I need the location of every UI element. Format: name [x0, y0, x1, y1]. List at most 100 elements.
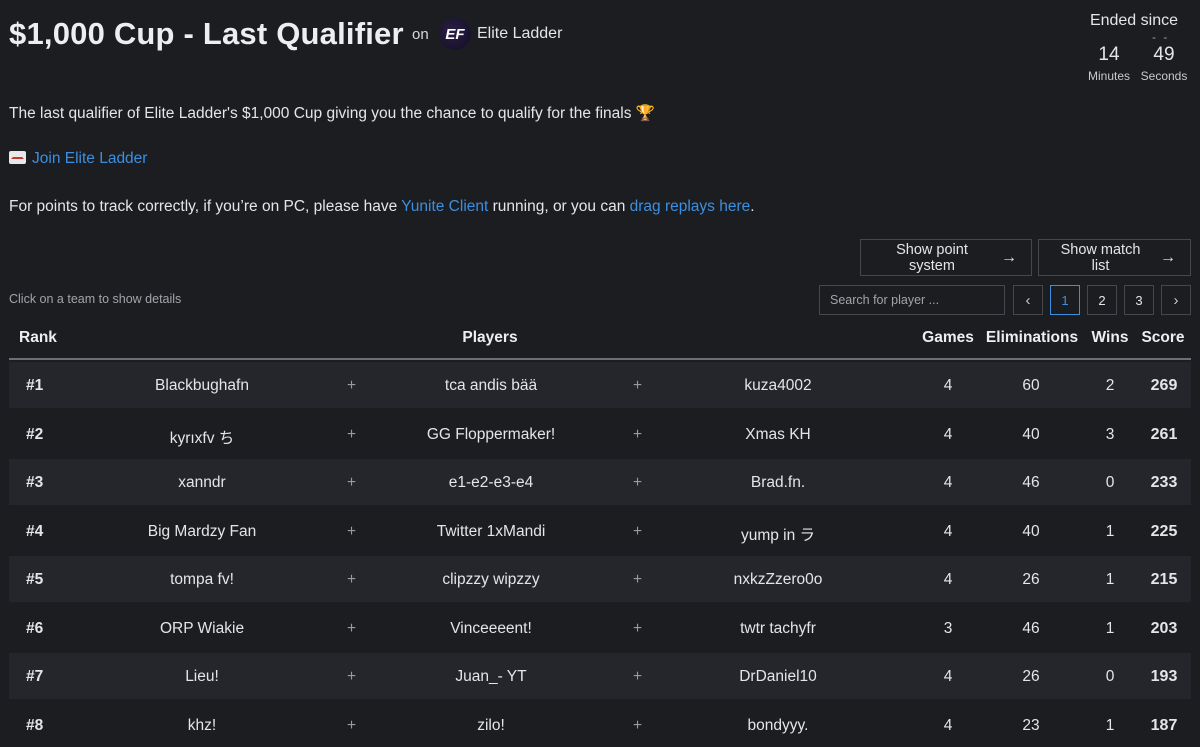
chevron-right-icon[interactable]: ›: [1161, 285, 1191, 315]
ended-since-label: Ended since: [1089, 12, 1178, 29]
wins-count: 1: [1105, 716, 1115, 734]
player-name: twtr tachyfr: [740, 619, 816, 637]
search-input[interactable]: [819, 285, 1005, 315]
points-note-text: For points to track correctly, if you’re…: [9, 198, 402, 215]
org-logo[interactable]: EF: [439, 18, 471, 50]
team-rank: #5: [26, 571, 44, 588]
envelope-icon: [9, 151, 26, 164]
eliminations-count: 23: [1022, 716, 1040, 734]
player-name: nxkzZzero0o: [733, 571, 823, 588]
score-value: 187: [1150, 716, 1178, 734]
team-rank: #7: [26, 668, 44, 685]
table-row[interactable]: #3 xanndr + e1-e2-e3-e4 + Brad.fn. 4 46 0 233: [9, 459, 1191, 505]
wins-count: 1: [1105, 522, 1115, 540]
wins-count: 3: [1105, 425, 1115, 443]
wins-count: 2: [1105, 377, 1115, 394]
page-button-1[interactable]: 1: [1050, 285, 1080, 315]
table-row[interactable]: #4 Big Mardzy Fan + Twitter 1xMandi + yump in…: [9, 508, 1191, 554]
player-name: tca andis bää: [444, 377, 538, 394]
wins-count: 0: [1105, 668, 1115, 685]
plus-icon: +: [347, 474, 357, 491]
player-name: Vinceeeent!: [450, 619, 532, 637]
join-link[interactable]: Join Elite Ladder: [32, 150, 147, 167]
timer-placeholder: - -: [1152, 30, 1170, 44]
page-title: $1,000 Cup - Last Qualifier: [9, 16, 404, 51]
table-row[interactable]: #6 ORP Wiakie + Vinceeeent! + twtr tachyfr 3 46…: [9, 605, 1191, 651]
score-value: 225: [1150, 522, 1178, 540]
eliminations-count: 26: [1022, 668, 1040, 685]
games-count: 4: [943, 522, 953, 540]
player-name: Brad.fn.: [750, 474, 806, 491]
yunite-client-link[interactable]: Yunite Client: [401, 198, 488, 215]
points-note-text: running, or you can: [488, 198, 630, 215]
player-name: e1-e2-e3-e4: [448, 474, 534, 491]
plus-icon: +: [347, 571, 357, 588]
eliminations-count: 40: [1022, 425, 1040, 443]
games-count: 4: [943, 668, 953, 685]
on-label: on: [412, 26, 429, 43]
player-name: ORP Wiakie: [159, 619, 245, 637]
player-name: Xmas KH: [745, 425, 811, 443]
points-note: For points to track correctly, if you’re…: [9, 198, 755, 216]
show-match-list-button[interactable]: Show match list →: [1038, 239, 1191, 276]
games-count: 4: [943, 474, 953, 491]
header-score[interactable]: Score: [1141, 329, 1184, 347]
plus-icon: +: [633, 619, 643, 637]
plus-icon: +: [633, 571, 643, 588]
org-name-link[interactable]: Elite Ladder: [477, 25, 562, 43]
score-value: 261: [1150, 425, 1178, 443]
page-button-2[interactable]: 2: [1087, 285, 1117, 315]
header-players: Players: [462, 329, 518, 346]
drag-replays-link[interactable]: drag replays here: [630, 198, 751, 215]
player-name: clipzzy wipzzy: [442, 571, 540, 588]
header-games[interactable]: Games: [922, 329, 974, 347]
table-row[interactable]: #7 Lieu! + Juan_- YT + DrDaniel10 4 26 0 193: [9, 653, 1191, 699]
eliminations-count: 60: [1022, 377, 1040, 394]
join-row: Join Elite Ladder: [9, 150, 147, 168]
table-row[interactable]: #2 kyrıxfv ち + GG Floppermaker! + Xmas KH 4 40 3…: [9, 411, 1191, 457]
header-rank[interactable]: Rank: [19, 329, 57, 347]
plus-icon: +: [347, 522, 357, 540]
player-name: Twitter 1xMandi: [436, 522, 546, 540]
wins-count: 1: [1105, 619, 1115, 637]
header-eliminations[interactable]: Eliminations: [986, 329, 1078, 347]
timer-seconds: 49 Seconds: [1134, 44, 1194, 83]
plus-icon: +: [633, 668, 643, 685]
player-name: kuza4002: [744, 377, 812, 394]
timer-minutes-value: 14: [1098, 44, 1120, 65]
wins-count: 1: [1105, 571, 1115, 588]
player-name: Juan_- YT: [455, 668, 527, 685]
eliminations-count: 40: [1022, 522, 1040, 540]
arrow-right-icon: →: [1160, 248, 1176, 266]
table-header: Rank Players Games Eliminations Wins Sco…: [9, 322, 1191, 360]
plus-icon: +: [633, 474, 643, 491]
timer-seconds-label: Seconds: [1140, 69, 1188, 83]
team-rank: #4: [26, 522, 44, 540]
score-value: 203: [1150, 619, 1178, 637]
chevron-left-icon[interactable]: ‹: [1013, 285, 1043, 315]
table-row[interactable]: #8 khz! + zilo! + bondyyy. 4 23 1 187: [9, 702, 1191, 747]
games-count: 4: [943, 377, 953, 394]
timer-minutes: 14 Minutes: [1079, 44, 1139, 83]
show-match-list-label: Show match list: [1060, 241, 1141, 274]
plus-icon: +: [633, 522, 643, 540]
team-rank: #1: [26, 377, 44, 394]
score-value: 269: [1150, 377, 1178, 394]
show-point-system-button[interactable]: Show point system →: [860, 239, 1032, 276]
player-name: xanndr: [178, 474, 226, 491]
games-count: 4: [943, 716, 953, 734]
player-name: zilo!: [477, 716, 505, 734]
player-name: GG Floppermaker!: [426, 425, 556, 443]
table-row[interactable]: #1 Blackbughafn + tca andis bää + kuza4002 4 60…: [9, 362, 1191, 408]
plus-icon: +: [347, 425, 357, 443]
player-name: khz!: [187, 716, 217, 734]
table-row[interactable]: #5 tompa fv! + clipzzy wipzzy + nxkzZzero0o 4 2…: [9, 556, 1191, 602]
arrow-right-icon: →: [1001, 248, 1017, 266]
header-wins[interactable]: Wins: [1092, 329, 1129, 347]
player-name: bondyyy.: [747, 716, 809, 734]
plus-icon: +: [347, 377, 357, 394]
games-count: 4: [943, 425, 953, 443]
page-button-3[interactable]: 3: [1124, 285, 1154, 315]
player-name: Big Mardzy Fan: [147, 522, 257, 540]
eliminations-count: 46: [1022, 619, 1040, 637]
